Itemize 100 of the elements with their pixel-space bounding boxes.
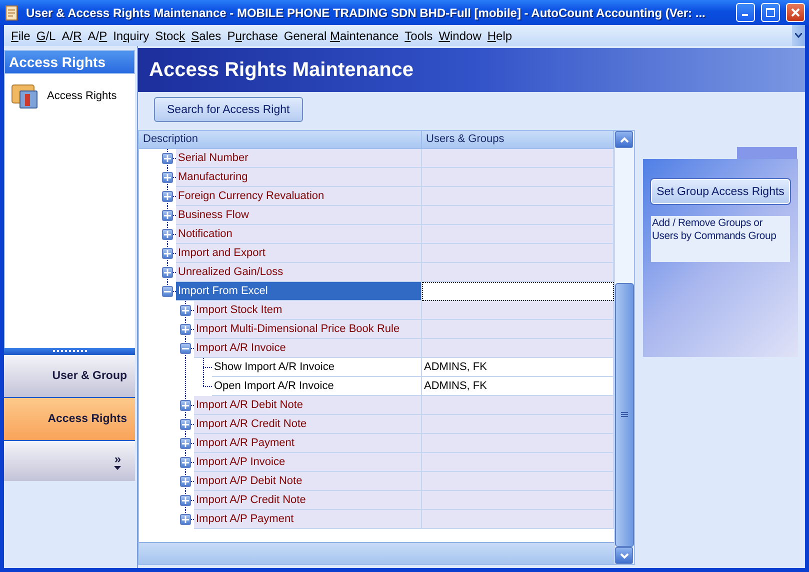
tree-item[interactable]: Import A/P Invoice [194, 453, 422, 472]
menu-item[interactable]: A/R [58, 28, 85, 42]
plus-icon [182, 459, 189, 466]
tree-item[interactable]: Import Stock Item [194, 301, 422, 320]
maximize-button[interactable] [761, 3, 780, 22]
tree-item[interactable]: Import A/P Debit Note [194, 472, 422, 491]
expander-button[interactable] [180, 324, 191, 335]
menu-item[interactable]: Sales [188, 28, 224, 42]
table-cell: ADMINS, FK [422, 377, 614, 396]
expander-button[interactable] [180, 343, 191, 354]
tree-item[interactable]: Unrealized Gain/Loss [176, 263, 422, 282]
tree-line [167, 149, 176, 168]
plus-icon [164, 212, 171, 219]
sidebar-title: Access Rights [4, 50, 135, 74]
scrollbar[interactable] [614, 131, 634, 564]
scroll-up-button[interactable] [615, 131, 633, 148]
plus-icon [164, 250, 171, 257]
tree-item[interactable]: Import A/R Credit Note [194, 415, 422, 434]
tree-line [167, 168, 176, 187]
tree-item[interactable]: Show Import A/R Invoice [212, 358, 422, 377]
chevron-up-icon [620, 136, 628, 142]
menu-item[interactable]: Inquiry [110, 28, 152, 42]
plus-icon [164, 231, 171, 238]
tree-line [185, 320, 194, 339]
plus-icon [182, 516, 189, 523]
menu-item[interactable]: Window [436, 28, 484, 42]
plus-icon [164, 174, 171, 181]
nav-button[interactable]: User & Group [4, 355, 135, 398]
menu-item[interactable]: Purchase [224, 28, 281, 42]
plus-icon [182, 307, 189, 314]
scroll-thumb[interactable] [615, 283, 634, 547]
expander-button[interactable] [180, 495, 191, 506]
menu-item[interactable]: A/P [84, 28, 110, 42]
chevron-down-icon [620, 552, 628, 558]
expander-button[interactable] [180, 419, 191, 430]
grip-icon [621, 412, 628, 418]
tree-line [185, 301, 194, 320]
tree-item[interactable]: Open Import A/R Invoice [212, 377, 422, 396]
plus-icon [182, 421, 189, 428]
search-button[interactable]: Search for Access Right [154, 97, 303, 122]
tree-item[interactable]: Serial Number [176, 149, 422, 168]
expander-button[interactable] [180, 476, 191, 487]
page-header: Access Rights Maintenance [138, 48, 805, 92]
menu-item[interactable]: Tools [402, 28, 436, 42]
minimize-button[interactable] [736, 3, 755, 22]
tree-item[interactable]: Import A/P Credit Note [194, 491, 422, 510]
expander-button[interactable] [162, 172, 173, 183]
tree-line [167, 206, 176, 225]
splitter-handle[interactable] [4, 348, 135, 355]
tree-line [167, 225, 176, 244]
scroll-down-button[interactable] [615, 547, 633, 564]
menu-item[interactable]: G/L [33, 28, 59, 42]
maximize-icon [766, 8, 775, 17]
tree-item[interactable]: Business Flow [176, 206, 422, 225]
menu-item[interactable]: Stock [152, 28, 188, 42]
tree-item[interactable]: Import A/P Payment [194, 510, 422, 529]
expander-button[interactable] [162, 153, 173, 164]
caret-icon [114, 466, 121, 470]
nav-button[interactable]: Access Rights [4, 398, 135, 441]
expander-button[interactable] [180, 457, 191, 468]
column-header[interactable]: Description [139, 131, 422, 148]
plus-icon [182, 326, 189, 333]
tree-line [185, 415, 194, 434]
menu-item[interactable]: General Maintenance [280, 28, 402, 42]
tree-item[interactable]: Import From Excel [176, 282, 422, 301]
tree-item[interactable]: Import A/R Invoice [194, 339, 422, 358]
tree-line [185, 453, 194, 472]
menu-chevron-button[interactable] [792, 25, 805, 46]
tree-item[interactable]: Import Multi-Dimensional Price Book Rule [194, 320, 422, 339]
expander-button[interactable] [162, 267, 173, 278]
expander-button[interactable] [162, 191, 173, 202]
tree-item[interactable]: Import and Export [176, 244, 422, 263]
plus-icon [182, 497, 189, 504]
table-cell: ADMINS, FK [422, 358, 614, 377]
expander-button[interactable] [162, 248, 173, 259]
tree-item[interactable]: Manufacturing [176, 168, 422, 187]
tree-line [167, 244, 176, 263]
expander-button[interactable] [162, 229, 173, 240]
plus-icon [164, 193, 171, 200]
overflow-button[interactable]: » [4, 441, 135, 481]
sidebar-item[interactable]: Access Rights [47, 90, 117, 102]
app-icon [4, 4, 20, 20]
set-group-access-button[interactable]: Set Group Access Rights [651, 179, 790, 204]
tree-item[interactable]: Import A/R Payment [194, 434, 422, 453]
close-button[interactable] [786, 3, 805, 22]
menu-item[interactable]: Help [484, 28, 516, 42]
tree-item[interactable]: Foreign Currency Revaluation [176, 187, 422, 206]
tree-item[interactable]: Import A/R Debit Note [194, 396, 422, 415]
expander-button[interactable] [180, 305, 191, 316]
tree-item[interactable]: Notification [176, 225, 422, 244]
expander-button[interactable] [180, 400, 191, 411]
expander-button[interactable] [180, 438, 191, 449]
window-title: User & Access Rights Maintenance - MOBILE PHONE TRADING SDN BHD-Full [mobile] - AutoCount Accounting (Ver: ... [26, 6, 706, 20]
close-icon [791, 8, 800, 17]
expander-button[interactable] [162, 210, 173, 221]
menu-item[interactable]: File [8, 28, 34, 42]
expander-button[interactable] [162, 286, 173, 297]
expander-button[interactable] [180, 514, 191, 525]
plus-icon [182, 402, 189, 409]
panel-description: Add / Remove Groups or Users by Commands Group [651, 216, 790, 262]
